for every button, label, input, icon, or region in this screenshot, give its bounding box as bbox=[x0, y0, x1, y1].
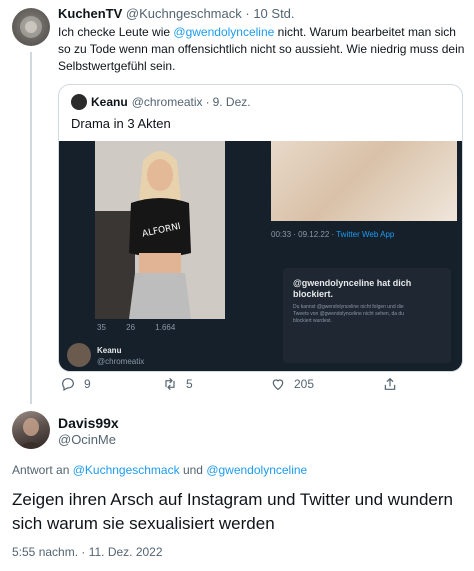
user-handle[interactable]: @Kuchngeschmack bbox=[126, 6, 242, 21]
blocked-title: @gwendolynceline hat dich blockiert. bbox=[293, 278, 412, 299]
reply-button[interactable]: 9 bbox=[60, 376, 91, 392]
photo-woman: ALFORNI bbox=[95, 141, 225, 319]
retweet-button[interactable]: 5 bbox=[162, 376, 193, 392]
media-user-row: Keanu @chromeatix bbox=[67, 343, 257, 369]
media-user-avatar bbox=[67, 343, 91, 367]
quoted-avatar bbox=[71, 94, 87, 110]
media-source: Twitter Web App bbox=[336, 230, 395, 239]
media-action-counts: 35 26 1.664 bbox=[97, 323, 193, 332]
avatar[interactable] bbox=[12, 8, 50, 46]
avatar-figure bbox=[20, 16, 42, 38]
media-like-count: 1.664 bbox=[155, 323, 176, 332]
blocked-body: Du kannst @gwendolynceline nicht folgen … bbox=[293, 304, 404, 324]
tweet-timestamp[interactable]: 5:55 nachm. · 11. Dez. 2022 bbox=[12, 545, 163, 559]
tweet-text: Ich checke Leute wie @gwendolynceline ni… bbox=[58, 24, 468, 75]
quoted-time: 9. Dez. bbox=[212, 95, 251, 109]
tweet-header: KuchenTV @Kuchngeschmack · 10 Std. bbox=[58, 6, 466, 22]
separator: · bbox=[205, 95, 210, 109]
media-image-left[interactable]: ALFORNI 35 26 1.664 Keanu @chromeatix bbox=[59, 141, 261, 371]
like-button[interactable]: 205 bbox=[270, 376, 314, 392]
media-time: 00:33 · 09.12.22 · bbox=[271, 230, 337, 239]
quoted-text: Drama in 3 Akten bbox=[71, 116, 171, 131]
retweet-count: 5 bbox=[186, 377, 193, 391]
quoted-display-name: Keanu bbox=[91, 95, 128, 109]
like-count: 205 bbox=[294, 377, 315, 391]
thread-line bbox=[30, 52, 32, 404]
media-image-top-right[interactable]: 00:33 · 09.12.22 · Twitter Web App bbox=[263, 141, 462, 256]
display-name[interactable]: Davis99x bbox=[58, 415, 119, 431]
mention-link[interactable]: @Kuchngeschmack bbox=[73, 463, 180, 477]
reply-context: Antwort an @Kuchngeschmack und @gwendoly… bbox=[12, 463, 307, 477]
avatar-figure bbox=[18, 418, 44, 449]
tweet-time[interactable]: 10 Std. bbox=[253, 6, 294, 21]
media-image-bottom-right[interactable]: @gwendolynceline hat dich blockiert. Du … bbox=[263, 258, 462, 371]
media-timestamp: 00:33 · 09.12.22 · Twitter Web App bbox=[271, 230, 394, 239]
blocked-notice-card: @gwendolynceline hat dich blockiert. Du … bbox=[283, 268, 451, 363]
media-user-name: Keanu bbox=[97, 346, 122, 355]
quoted-tweet[interactable]: Keanu @chromeatix · 9. Dez. Drama in 3 A… bbox=[58, 84, 463, 372]
tweet-text-start: Ich checke Leute wie bbox=[58, 25, 174, 39]
media-reply-count: 35 bbox=[97, 323, 106, 332]
avatar[interactable] bbox=[12, 411, 50, 449]
reply-count: 9 bbox=[84, 377, 91, 391]
separator: · bbox=[245, 6, 250, 21]
share-button[interactable] bbox=[382, 376, 406, 392]
media-retweet-count: 26 bbox=[126, 323, 136, 332]
retweet-icon bbox=[165, 378, 175, 390]
share-icon bbox=[384, 378, 396, 390]
mention-link[interactable]: @gwendolynceline bbox=[173, 25, 274, 39]
reply-icon bbox=[62, 378, 74, 392]
quoted-handle: @chromeatix bbox=[131, 95, 203, 109]
display-name[interactable]: KuchenTV bbox=[58, 6, 122, 21]
quoted-tweet-header: Keanu @chromeatix · 9. Dez. bbox=[71, 94, 254, 110]
mention-link[interactable]: @gwendolynceline bbox=[206, 463, 307, 477]
tweet-main[interactable]: KuchenTV @Kuchngeschmack · 10 Std. Ich c… bbox=[58, 6, 466, 75]
quoted-media-grid[interactable]: ALFORNI 35 26 1.664 Keanu @chromeatix 00… bbox=[59, 141, 462, 371]
photo-closeup bbox=[271, 141, 457, 221]
user-handle[interactable]: @OcinMe bbox=[58, 432, 116, 447]
photo-illustration: ALFORNI bbox=[95, 141, 225, 319]
reply-prefix: Antwort an bbox=[12, 463, 73, 477]
like-icon bbox=[272, 379, 284, 390]
tweet-actions: 9 5 205 bbox=[58, 376, 438, 394]
media-user-handle: @chromeatix bbox=[97, 357, 145, 366]
reply-and: und bbox=[179, 463, 207, 477]
tweet-text: Zeigen ihren Arsch auf Instagram und Twi… bbox=[12, 490, 453, 533]
